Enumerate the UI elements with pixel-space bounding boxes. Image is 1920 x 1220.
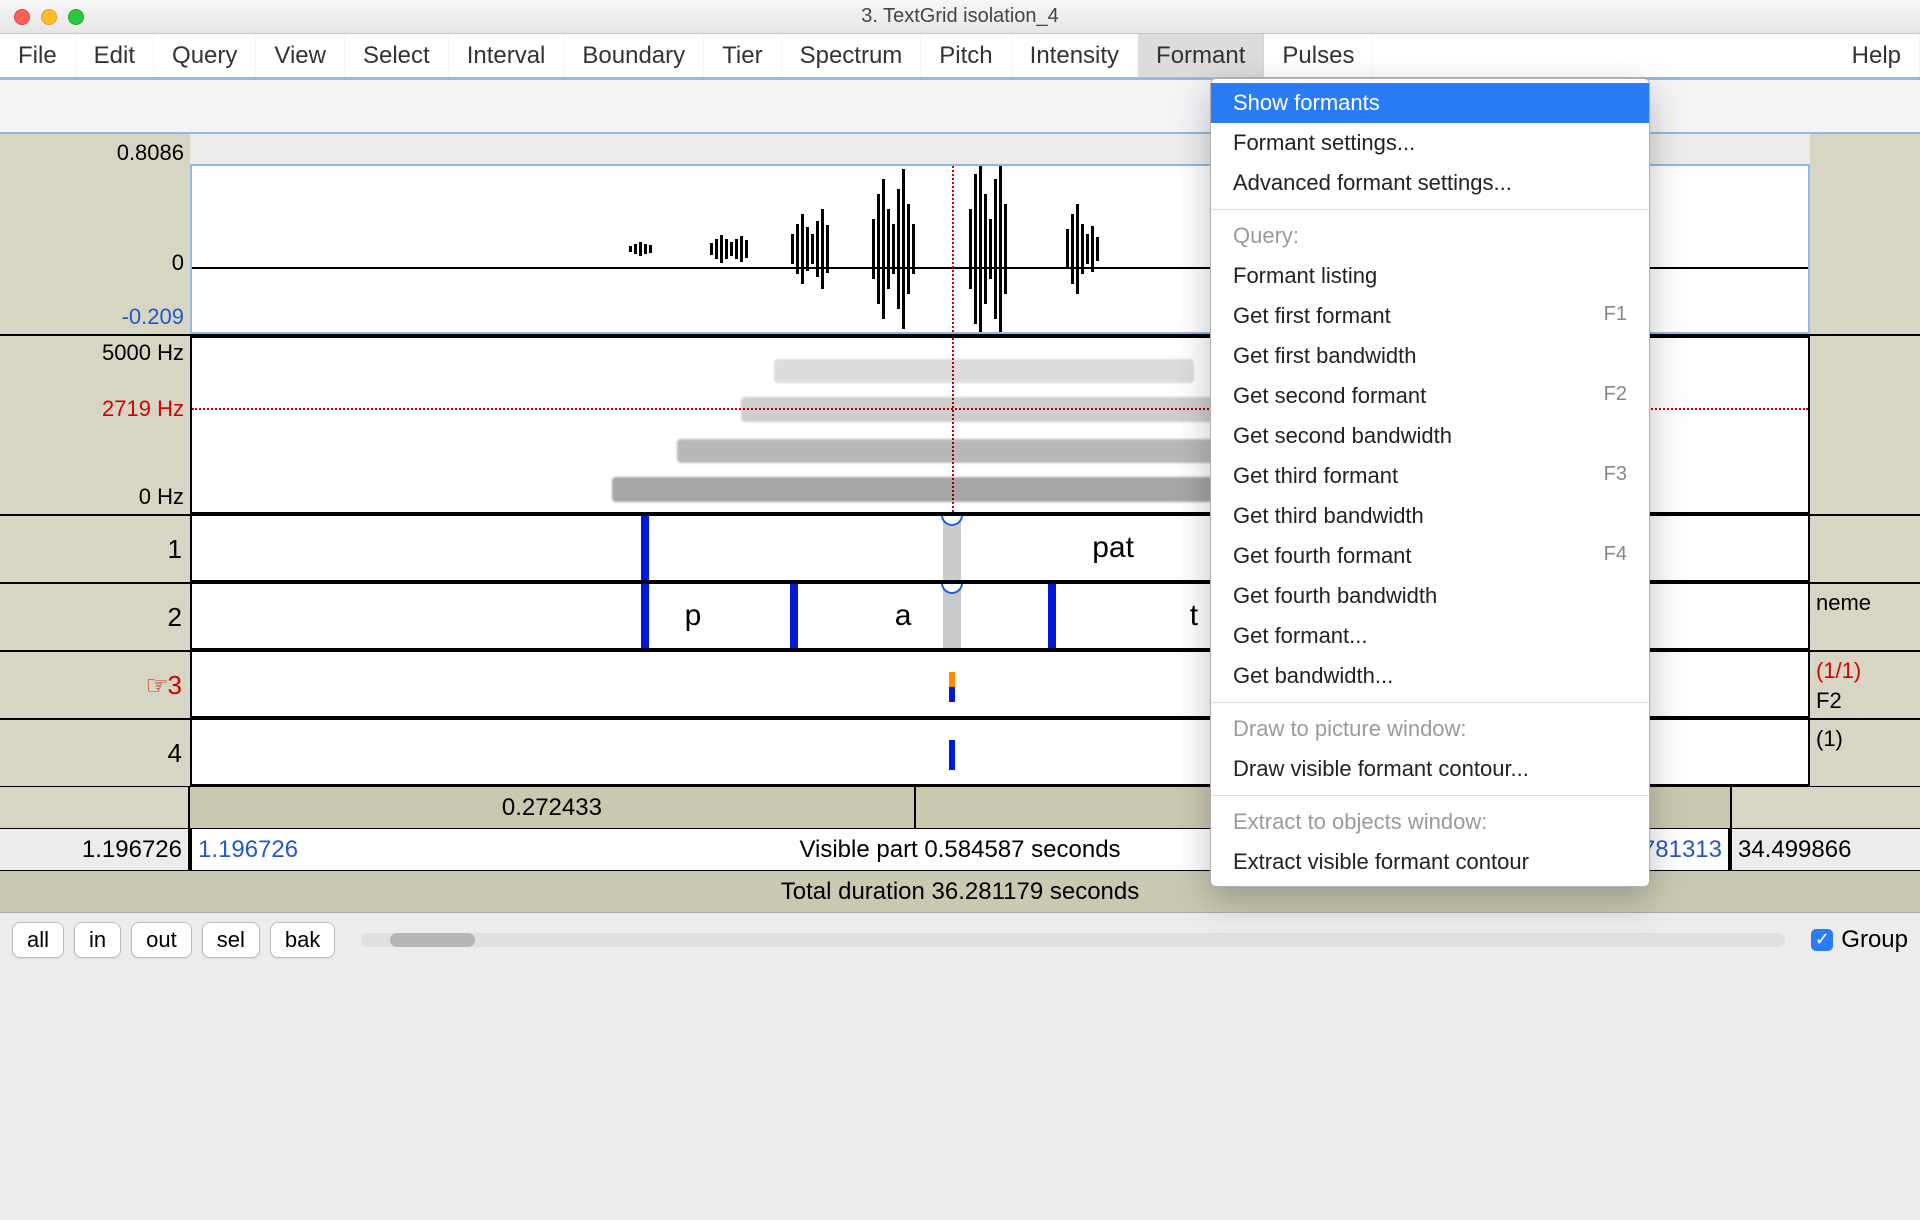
menuitem-get-first-formant[interactable]: Get first formantF1 <box>1211 296 1649 336</box>
in-button[interactable]: in <box>74 922 121 958</box>
menu-spectrum[interactable]: Spectrum <box>782 34 922 77</box>
menuitem-advanced-formant-settings[interactable]: Advanced formant settings... <box>1211 163 1649 203</box>
menu-formant[interactable]: Formant <box>1138 34 1264 77</box>
menu-tier[interactable]: Tier <box>704 34 781 77</box>
window-title: 3. TextGrid isolation_4 <box>0 5 1920 28</box>
window-controls <box>0 9 84 25</box>
menuitem-get-second-bandwidth[interactable]: Get second bandwidth <box>1211 416 1649 456</box>
vis-left-gray: 1.196726 <box>0 829 190 870</box>
menuitem-show-formants[interactable]: Show formants <box>1211 83 1649 123</box>
menuitem-get-first-bandwidth[interactable]: Get first bandwidth <box>1211 336 1649 376</box>
tier-label: a <box>895 599 912 633</box>
tier-label: t <box>1190 599 1198 633</box>
tier-label: p <box>685 599 702 633</box>
scrollbar-thumb[interactable] <box>390 933 475 947</box>
menu-help[interactable]: Help <box>1834 34 1920 77</box>
menuitem-get-formant[interactable]: Get formant... <box>1211 616 1649 656</box>
close-icon[interactable] <box>14 9 30 25</box>
footer: allinoutselbak ✓ Group <box>0 912 1920 966</box>
menu-interval[interactable]: Interval <box>449 34 565 77</box>
minimize-icon[interactable] <box>41 9 57 25</box>
vis-right-gray: 34.499866 <box>1730 829 1920 870</box>
amp-zero-label: 0 <box>0 250 184 276</box>
menuitem-draw-to-picture-window: Draw to picture window: <box>1211 709 1649 749</box>
menu-query[interactable]: Query <box>154 34 256 77</box>
sel-button[interactable]: sel <box>202 922 260 958</box>
horizontal-scrollbar[interactable] <box>361 933 1785 947</box>
menuitem-formant-listing[interactable]: Formant listing <box>1211 256 1649 296</box>
group-checkbox[interactable]: ✓ Group <box>1811 926 1908 954</box>
menuitem-get-fourth-bandwidth[interactable]: Get fourth bandwidth <box>1211 576 1649 616</box>
menuitem-get-third-formant[interactable]: Get third formantF3 <box>1211 456 1649 496</box>
hz-max-label: 5000 Hz <box>0 340 184 366</box>
group-label: Group <box>1841 926 1908 954</box>
amp-max-label: 0.8086 <box>0 140 184 166</box>
out-button[interactable]: out <box>131 922 192 958</box>
sel-left-dur: 0.272433 <box>190 787 914 828</box>
maximize-icon[interactable] <box>68 9 84 25</box>
menuitem-get-fourth-formant[interactable]: Get fourth formantF4 <box>1211 536 1649 576</box>
vis-left-blue: 1.196726 <box>198 836 298 864</box>
pointing-hand-icon: ☞ <box>146 670 168 701</box>
menuitem-get-second-formant[interactable]: Get second formantF2 <box>1211 376 1649 416</box>
check-icon: ✓ <box>1811 929 1833 951</box>
menu-pulses[interactable]: Pulses <box>1264 34 1373 77</box>
hz-cursor-label: 2719 Hz <box>0 396 184 422</box>
menu-select[interactable]: Select <box>345 34 449 77</box>
menu-intensity[interactable]: Intensity <box>1012 34 1138 77</box>
menu-view[interactable]: View <box>256 34 345 77</box>
menuitem-extract-to-objects-window: Extract to objects window: <box>1211 802 1649 842</box>
menu-edit[interactable]: Edit <box>76 34 154 77</box>
menuitem-get-bandwidth[interactable]: Get bandwidth... <box>1211 656 1649 696</box>
menuitem-draw-visible-formant-contour[interactable]: Draw visible formant contour... <box>1211 749 1649 789</box>
all-button[interactable]: all <box>12 922 64 958</box>
menuitem-query: Query: <box>1211 216 1649 256</box>
menuitem-extract-visible-formant-contour[interactable]: Extract visible formant contour <box>1211 842 1649 882</box>
menuitem-formant-settings[interactable]: Formant settings... <box>1211 123 1649 163</box>
titlebar: 3. TextGrid isolation_4 <box>0 0 1920 34</box>
menubar: FileEditQueryViewSelectIntervalBoundaryT… <box>0 34 1920 78</box>
tier-label: pat <box>1092 531 1134 565</box>
amp-min-label: -0.209 <box>0 304 184 330</box>
menu-file[interactable]: File <box>0 34 76 77</box>
menu-pitch[interactable]: Pitch <box>921 34 1011 77</box>
formant-menu-dropdown: Show formantsFormant settings...Advanced… <box>1210 78 1650 887</box>
bak-button[interactable]: bak <box>270 922 335 958</box>
hz-min-label: 0 Hz <box>0 484 184 510</box>
menuitem-get-third-bandwidth[interactable]: Get third bandwidth <box>1211 496 1649 536</box>
menu-boundary[interactable]: Boundary <box>564 34 704 77</box>
